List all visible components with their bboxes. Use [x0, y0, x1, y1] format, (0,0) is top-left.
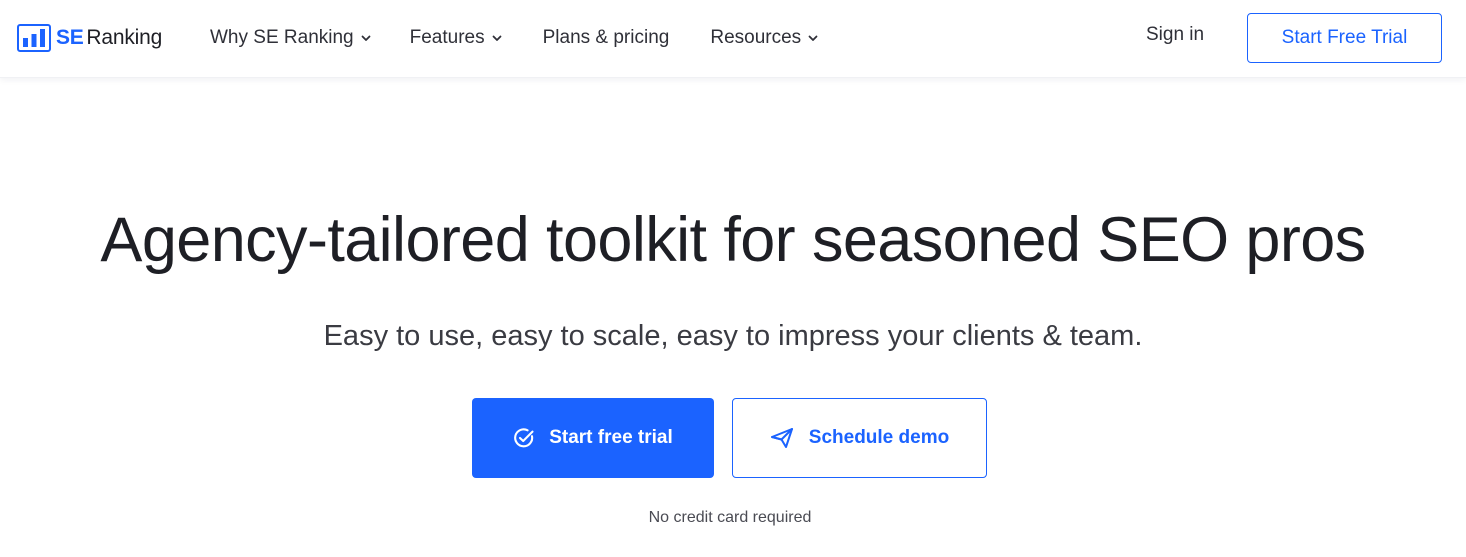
logo-brand-ranking: Ranking — [86, 26, 163, 49]
hero-title: Agency-tailored toolkit for seasoned SEO… — [100, 205, 1366, 275]
nav-item-label: Features — [409, 27, 485, 48]
logo-link[interactable]: SE Ranking — [17, 22, 162, 54]
site-header: SE Ranking Why SE Ranking Features Plans… — [0, 0, 1466, 78]
chevron-down-icon — [492, 35, 502, 41]
no-credit-card-note: No credit card required — [648, 509, 812, 526]
check-circle-icon — [514, 428, 534, 448]
start-free-trial-header-button[interactable]: Start Free Trial — [1247, 13, 1442, 63]
nav-item-features[interactable]: Features — [410, 27, 503, 49]
nav-item-label: Why SE Ranking — [210, 27, 354, 48]
start-free-trial-button[interactable]: Start free trial — [472, 398, 714, 478]
schedule-demo-label: Schedule demo — [808, 427, 950, 448]
logo-brand-se: SE — [56, 26, 84, 49]
chevron-down-icon — [361, 35, 371, 41]
hero-subtitle: Easy to use, easy to scale, easy to impr… — [323, 320, 1143, 352]
chevron-down-icon — [808, 35, 818, 41]
main-nav: Why SE Ranking Features Plans & pricing … — [210, 0, 819, 76]
nav-item-why-se-ranking[interactable]: Why SE Ranking — [210, 27, 372, 49]
nav-item-label: Resources — [710, 27, 802, 48]
nav-item-resources[interactable]: Resources — [710, 27, 819, 49]
start-free-trial-label: Start free trial — [549, 427, 673, 448]
bar-chart-logo-icon — [17, 24, 51, 52]
nav-item-plans-pricing[interactable]: Plans & pricing — [543, 27, 670, 49]
paper-plane-icon — [770, 428, 793, 448]
nav-item-label: Plans & pricing — [542, 27, 670, 48]
sign-in-link[interactable]: Sign in — [1146, 24, 1204, 46]
schedule-demo-button[interactable]: Schedule demo — [732, 398, 987, 478]
